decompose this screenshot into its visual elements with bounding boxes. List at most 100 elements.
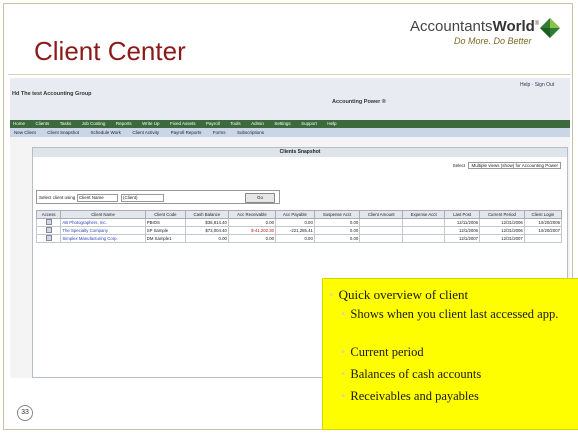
view-select-row: Select Multiple views (show) for Account… bbox=[453, 162, 561, 169]
view-select-label: Select bbox=[452, 163, 466, 168]
top-links[interactable]: Help · Sign Out bbox=[520, 82, 554, 88]
table-cell bbox=[402, 226, 446, 235]
go-button[interactable]: Go bbox=[245, 193, 275, 203]
table-cell bbox=[359, 218, 404, 227]
column-header[interactable]: Expense Acct bbox=[402, 210, 446, 219]
column-header[interactable]: Access bbox=[35, 210, 62, 219]
menu-item[interactable]: Support bbox=[301, 121, 317, 126]
table-cell: 12/31/2006 bbox=[479, 226, 525, 235]
clients-table: Access Client Name Client Code Cash Bala… bbox=[35, 210, 563, 243]
table-cell: $36,814.40 bbox=[184, 218, 229, 227]
filter-input[interactable]: (Client) bbox=[121, 194, 164, 202]
callout-item: • Receivables and payables bbox=[341, 389, 479, 403]
table-cell: SP Sample bbox=[144, 226, 186, 235]
toolbar-item[interactable]: New Client bbox=[14, 130, 36, 135]
callout-item: • Current period bbox=[341, 345, 424, 359]
client-name-link[interactable]: Simplex Manufacturing Corp. bbox=[60, 234, 146, 243]
callout-item-text: Shows when you client last accessed app. bbox=[350, 307, 559, 321]
table-cell bbox=[402, 234, 446, 243]
column-header[interactable]: Client Code bbox=[144, 210, 186, 219]
menu-item[interactable]: Job Costing bbox=[82, 121, 106, 126]
table-row: The Specialty Company SP Sample $73,004.… bbox=[35, 226, 563, 235]
logo-reg-mark: ® bbox=[534, 21, 540, 27]
callout-heading: • Quick overview of client bbox=[329, 287, 469, 302]
view-select[interactable]: Multiple views (show) for Accounting Pow… bbox=[468, 162, 561, 169]
table-cell bbox=[402, 218, 446, 227]
view-client-icon[interactable] bbox=[35, 218, 62, 227]
menu-item[interactable]: Reports bbox=[116, 121, 132, 126]
table-cell: 12/31/2006 bbox=[479, 218, 525, 227]
toolbar-item[interactable]: Forms bbox=[213, 130, 226, 135]
client-name-link[interactable]: The Specialty Company bbox=[60, 226, 146, 235]
logo-tagline: Do More. Do Better bbox=[454, 36, 532, 46]
slide-title: Client Center bbox=[34, 36, 186, 66]
table-cell: 12/11/2006 bbox=[444, 218, 481, 227]
table-cell: 0.00 bbox=[275, 218, 315, 227]
menu-item[interactable]: Clients bbox=[35, 121, 49, 126]
column-header[interactable]: Acc Receivable bbox=[227, 210, 277, 219]
table-cell: $-41,202.30 bbox=[227, 226, 277, 235]
table-cell: 0.00 bbox=[275, 234, 315, 243]
toolbar-item[interactable]: Subscriptions bbox=[237, 130, 264, 135]
logo-brand-bold: World bbox=[492, 18, 535, 35]
table-cell: 0.00 bbox=[313, 226, 361, 235]
toolbar-item[interactable]: Payroll Reports bbox=[171, 130, 202, 135]
client-name-link[interactable]: AB Photographers, Inc. bbox=[60, 218, 146, 227]
table-cell: 12/1/2007 bbox=[444, 234, 481, 243]
logo-diamond-icon bbox=[540, 18, 560, 38]
client-filter: Select client using Client Name (Client)… bbox=[36, 190, 280, 204]
menu-item[interactable]: Admin bbox=[251, 121, 264, 126]
slide-number: 33 bbox=[17, 405, 33, 421]
toolbar-item[interactable]: Client Activity bbox=[132, 130, 159, 135]
table-cell: 12/1/2006 bbox=[444, 226, 481, 235]
firm-name: Hd The test Accounting Group bbox=[12, 91, 92, 97]
table-cell: DM Sample1 bbox=[144, 234, 186, 243]
table-cell: 0.00 bbox=[227, 218, 277, 227]
column-header[interactable]: Suspense Acct bbox=[313, 210, 361, 219]
table-cell bbox=[523, 234, 563, 243]
table-row: Simplex Manufacturing Corp. DM Sample1 0… bbox=[35, 234, 563, 243]
column-header[interactable]: Client Name bbox=[60, 210, 146, 219]
filter-dropdown[interactable]: Client Name bbox=[77, 194, 118, 202]
column-header[interactable]: Client Amount bbox=[359, 210, 404, 219]
toolbar: New Client Client Snapshot Schedule Work… bbox=[10, 128, 570, 137]
menu-item[interactable]: Tasks bbox=[60, 121, 72, 126]
menu-item[interactable]: Write Up bbox=[142, 121, 159, 126]
column-header[interactable]: Last Post bbox=[444, 210, 481, 219]
table-cell: $73,004.40 bbox=[184, 226, 229, 235]
menu-item[interactable]: Home bbox=[13, 121, 25, 126]
toolbar-item[interactable]: Schedule Work bbox=[90, 130, 120, 135]
main-menu: Home Clients Tasks Job Costing Reports W… bbox=[10, 120, 570, 128]
app-name: Accounting Power ® bbox=[332, 99, 386, 105]
panel-title: Clients Snapshot bbox=[33, 148, 567, 157]
callout-item-text: Receivables and payables bbox=[350, 389, 479, 403]
column-header[interactable]: Client Login bbox=[523, 210, 563, 219]
column-header[interactable]: Acc Payable bbox=[275, 210, 315, 219]
menu-item[interactable]: Fixed Assets bbox=[170, 121, 196, 126]
callout-item-text: Current period bbox=[350, 345, 424, 359]
table-cell: 10/20/2007 bbox=[523, 226, 563, 235]
callout-item: • Shows when you client last accessed app… bbox=[341, 307, 559, 321]
view-client-icon[interactable] bbox=[35, 226, 62, 235]
table-cell: 10/20/2006 bbox=[523, 218, 563, 227]
table-cell: -221,285.41 bbox=[275, 226, 315, 235]
table-cell: PBIOS bbox=[144, 218, 186, 227]
table-header-row: Access Client Name Client Code Cash Bala… bbox=[35, 210, 563, 219]
table-cell: 0.00 bbox=[227, 234, 277, 243]
table-cell: 0.00 bbox=[313, 234, 361, 243]
table-cell bbox=[359, 234, 404, 243]
table-cell: 0.00 bbox=[313, 218, 361, 227]
logo-brand-light: Accountants bbox=[410, 18, 493, 35]
view-client-icon[interactable] bbox=[35, 234, 62, 243]
menu-item[interactable]: Help bbox=[327, 121, 336, 126]
callout-heading-text: Quick overview of client bbox=[338, 287, 469, 302]
callout-item: • Balances of cash accounts bbox=[341, 367, 482, 381]
table-cell: 0.00 bbox=[184, 234, 229, 243]
column-header[interactable]: Cash Balance bbox=[184, 210, 229, 219]
menu-item[interactable]: Payroll bbox=[206, 121, 220, 126]
app-header: Hd The test Accounting Group Accounting … bbox=[10, 78, 570, 120]
column-header[interactable]: Current Period bbox=[479, 210, 525, 219]
toolbar-item[interactable]: Client Snapshot bbox=[47, 130, 79, 135]
menu-item[interactable]: Settings bbox=[274, 121, 290, 126]
menu-item[interactable]: Tools bbox=[230, 121, 241, 126]
